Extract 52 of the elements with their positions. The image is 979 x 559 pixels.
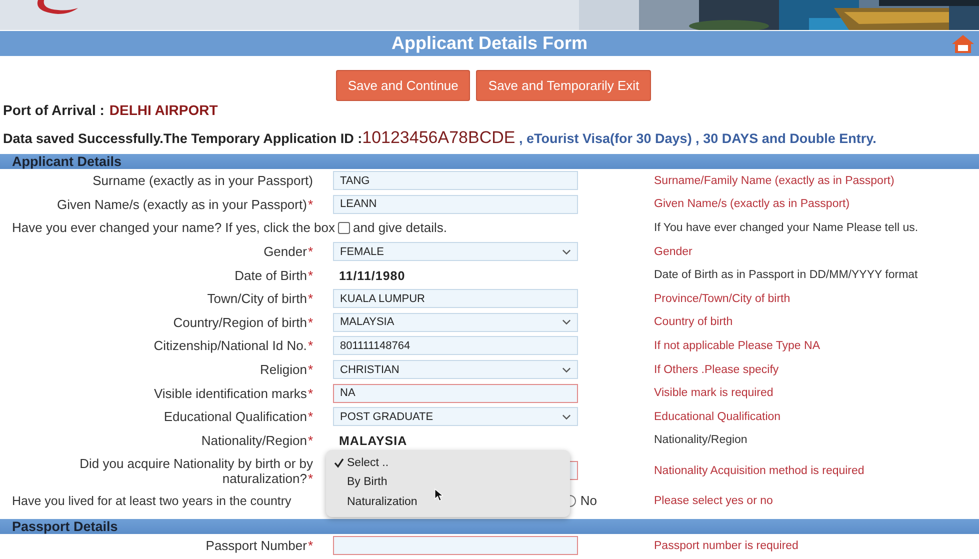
field-hint: Passport number is required: [654, 540, 798, 552]
input-field[interactable]: KUALA LUMPUR: [333, 289, 578, 308]
radio-label: No: [580, 493, 597, 508]
field-hint: Country of birth: [654, 316, 733, 328]
field-label: Country/Region of birth*: [173, 314, 313, 330]
dropdown-option[interactable]: Naturalization: [326, 492, 570, 512]
input-field[interactable]: LEANN: [333, 194, 578, 214]
field-hint: Surname/Family Name (exactly as in Passport): [654, 174, 894, 187]
field-value: MALAYSIA: [338, 434, 408, 448]
port-value: DELHI AIRPORT: [109, 102, 218, 118]
field-label: Have you ever changed your name? If yes, click the box: [12, 220, 336, 236]
field-label: and give details.: [353, 220, 447, 236]
field-label: Religion*: [260, 362, 313, 378]
select-field[interactable]: CHRISTIAN: [333, 360, 578, 380]
field-label: Did you acquire Nationality by birth or by naturalization?*: [80, 456, 313, 486]
input-field[interactable]: 801111148764: [333, 336, 578, 356]
field-hint: Visible mark is required: [654, 387, 774, 400]
field-hint: Please select yes or no: [654, 494, 773, 507]
dropdown-option[interactable]: Select ..: [326, 453, 570, 473]
field-hint: Nationality Acquisition method is required: [654, 464, 864, 477]
field-hint: Gender: [654, 246, 692, 258]
field-hint: Nationality/Region: [654, 434, 748, 446]
section-title: Applicant Details: [12, 154, 122, 169]
field-label: Given Name/s (exactly as in your Passport)*: [56, 196, 313, 212]
input-field[interactable]: NA: [333, 384, 578, 403]
field-hint: If You have ever changed your Name Please tell us.: [654, 222, 918, 234]
field-hint: If Others .Please specify: [654, 364, 779, 376]
field-label: Gender*: [264, 244, 313, 260]
select-field[interactable]: POST GRADUATE: [333, 407, 578, 426]
input-field[interactable]: TANG: [333, 171, 578, 190]
select-field[interactable]: MALAYSIA: [333, 312, 578, 332]
field-label: Surname (exactly as in your Passport): [92, 173, 313, 188]
field-hint: Date of Birth as in Passport in DD/MM/YYYY format: [654, 269, 918, 282]
field-hint: Province/Town/City of birth: [654, 292, 790, 305]
dropdown-option[interactable]: By Birth: [326, 472, 570, 492]
field-hint: Given Name/s (exactly as in Passport): [654, 198, 850, 210]
field-label: Citizenship/National Id No.*: [154, 338, 313, 354]
field-label: Passport Number*: [206, 538, 313, 554]
field-hint: If not applicable Please Type NA: [654, 340, 820, 352]
field-label: Educational Qualification*: [164, 409, 313, 424]
field-value: 11/11/1980: [338, 268, 406, 283]
field-label: Visible identification marks*: [154, 386, 313, 401]
select-field[interactable]: FEMALE: [333, 242, 578, 262]
port-label: Port of Arrival :: [3, 102, 104, 118]
form-title: Applicant Details Form: [391, 33, 588, 54]
field-label: Date of Birth*: [234, 268, 313, 283]
field-label: Nationality/Region*: [201, 432, 313, 448]
status-message: Data saved Successfully.The Temporary Application ID :10123456A78BCDE , eTourist Visa(for 30 Days) , 30 DAYS and Double Entry.: [3, 128, 878, 148]
field-hint: Educational Qualification: [654, 410, 781, 423]
field-label: Have you lived for at least two years in the country: [12, 494, 292, 508]
field-label: Town/City of birth*: [207, 291, 313, 306]
section-title: Passport Details: [12, 518, 118, 534]
